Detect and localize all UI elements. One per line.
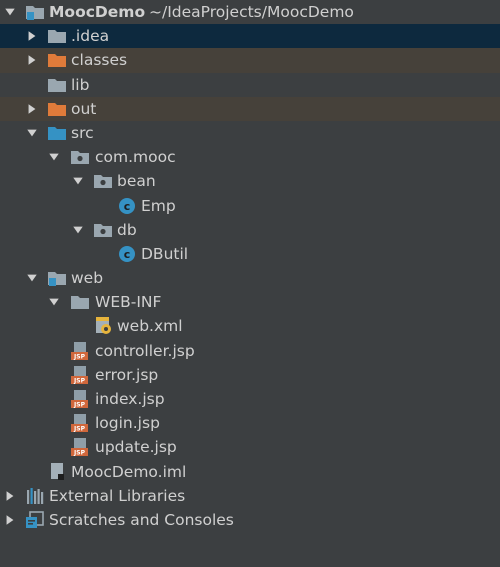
arrow-down-icon[interactable] [71,223,85,237]
arrow-right-icon[interactable] [25,29,39,43]
arrow-down-icon[interactable] [71,174,85,188]
folder-icon [47,27,67,45]
project-name: MoocDemo [49,3,146,21]
tree-row-dbutil[interactable]: DButil [0,242,500,266]
jsp-file-icon [70,390,90,408]
tree-label-bean: bean [117,172,156,191]
tree-label-dbutil: DButil [141,244,189,263]
tree-row-lib[interactable]: lib [0,73,500,97]
tree-label-error-jsp: error.jsp [95,365,159,384]
tree-row-emp[interactable]: Emp [0,194,500,218]
tree-label-idea: .idea [71,27,110,46]
tree-row-iml[interactable]: MoocDemo.iml [0,460,500,484]
excluded-folder-icon [47,51,67,69]
jsp-file-icon [70,438,90,456]
tree-label-scratches: Scratches and Consoles [49,510,234,529]
jsp-file-icon [70,414,90,432]
tree-label-update-jsp: update.jsp [95,438,177,457]
arrow-down-icon[interactable] [47,295,61,309]
tree-label-lib: lib [71,75,90,94]
tree-row-classes[interactable]: classes [0,48,500,73]
jsp-file-icon [70,342,90,360]
tree-row-src[interactable]: src [0,121,500,145]
tree-row-update-jsp[interactable]: update.jsp [0,435,500,459]
tree-row-web-xml[interactable]: web.xml [0,314,500,338]
arrow-down-icon[interactable] [25,271,39,285]
jsp-file-icon [70,366,90,384]
tree-row-web-inf[interactable]: WEB-INF [0,290,500,314]
tree-label-login-jsp: login.jsp [95,414,160,433]
project-tree: MoocDemo ~/IdeaProjects/MoocDemo .idea c… [0,0,500,532]
class-icon [117,197,137,215]
tree-label-web-inf: WEB-INF [95,293,162,312]
package-icon [93,221,113,239]
tree-row-external-libraries[interactable]: External Libraries [0,484,500,508]
tree-row-com-mooc[interactable]: com.mooc [0,145,500,169]
arrow-down-icon[interactable] [3,5,17,19]
tree-row-out[interactable]: out [0,96,500,121]
tree-label-out: out [71,99,97,118]
tree-label-controller-jsp: controller.jsp [95,341,195,360]
tree-label-external-libraries: External Libraries [49,486,186,505]
iml-file-icon [47,463,67,481]
tree-row-bean[interactable]: bean [0,169,500,193]
arrow-right-icon[interactable] [25,102,39,116]
package-icon [93,172,113,190]
tree-row-web[interactable]: web [0,266,500,290]
scratches-icon [25,511,45,529]
tree-row-error-jsp[interactable]: error.jsp [0,363,500,387]
tree-label-web: web [71,269,104,288]
arrow-right-icon[interactable] [3,489,17,503]
tree-label-iml: MoocDemo.iml [71,462,187,481]
tree-label-index-jsp: index.jsp [95,390,165,408]
libraries-icon [25,487,45,505]
tree-label-emp: Emp [141,196,176,215]
project-path: ~/IdeaProjects/MoocDemo [149,3,354,21]
tree-row-index-jsp[interactable]: index.jsp [0,387,500,411]
tree-row-idea[interactable]: .idea [0,24,500,49]
tree-row-scratches[interactable]: Scratches and Consoles [0,508,500,532]
arrow-down-icon[interactable] [25,126,39,140]
tree-row-db[interactable]: db [0,218,500,242]
tree-label-src: src [71,123,94,142]
folder-icon [70,293,90,311]
arrow-down-icon[interactable] [47,150,61,164]
tree-label-classes: classes [71,51,128,70]
tree-label-web-xml: web.xml [117,317,183,336]
tree-label-db: db [117,220,137,239]
tree-row-controller-jsp[interactable]: controller.jsp [0,339,500,363]
tree-row-project-root[interactable]: MoocDemo ~/IdeaProjects/MoocDemo [0,0,500,24]
source-folder-icon [47,124,67,142]
arrow-right-icon[interactable] [3,513,17,527]
xml-file-icon [93,317,113,335]
tree-label-com-mooc: com.mooc [95,148,176,167]
class-icon [117,245,137,263]
module-folder-icon [25,3,45,21]
web-folder-icon [47,269,67,287]
folder-icon [47,76,67,94]
tree-row-login-jsp[interactable]: login.jsp [0,411,500,435]
excluded-folder-icon [47,100,67,118]
arrow-right-icon[interactable] [25,53,39,67]
package-icon [70,148,90,166]
